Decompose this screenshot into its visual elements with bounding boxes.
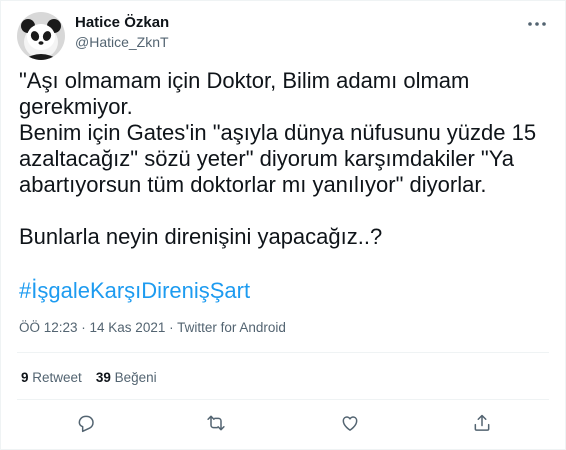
reply-icon: [78, 415, 94, 433]
like-icon: [342, 416, 358, 431]
tweet-line: Benim için Gates'in "aşıyla dünya nüfusu…: [19, 120, 537, 197]
divider: [17, 352, 549, 353]
more-options-button[interactable]: [525, 14, 549, 34]
avatar[interactable]: [17, 12, 65, 60]
author-display-name[interactable]: Hatice Özkan: [75, 13, 169, 33]
tweet-line: "Aşı olmamam için Doktor, Bilim adamı ol…: [19, 68, 470, 119]
hashtag-link[interactable]: #İşgaleKarşıDirenişŞart: [19, 278, 250, 304]
tweet-timestamp[interactable]: ÖÖ 12:23 · 14 Kas 2021 · Twitter for And…: [19, 319, 286, 337]
retweet-label: Retweet: [32, 370, 82, 385]
retweet-count: 9: [21, 370, 29, 385]
retweet-button[interactable]: [201, 408, 231, 438]
like-label: Beğeni: [114, 370, 157, 385]
author-info: Hatice Özkan @Hatice_ZknT: [75, 13, 169, 52]
retweet-icon: [207, 415, 225, 431]
tweet-card: Hatice Özkan @Hatice_ZknT "Aşı olmamam i…: [0, 0, 566, 450]
tweet-text: "Aşı olmamam için Doktor, Bilim adamı ol…: [19, 68, 549, 250]
share-icon: [474, 414, 490, 431]
tweet-line-break: [19, 198, 549, 224]
panda-avatar-icon: [17, 12, 65, 60]
tweet-line: Bunlarla neyin direnişini yapacağız..?: [19, 224, 383, 249]
reply-button[interactable]: [71, 408, 101, 438]
like-button[interactable]: [335, 408, 365, 438]
action-bar: [1, 408, 566, 438]
like-count: 39: [95, 370, 111, 385]
more-dots-icon: [528, 22, 546, 26]
author-handle[interactable]: @Hatice_ZknT: [75, 33, 169, 52]
retweet-stat[interactable]: 9 Retweet: [21, 369, 82, 387]
tweet-stats: 9 Retweet 39 Beğeni: [21, 369, 157, 387]
like-stat[interactable]: 39 Beğeni: [96, 369, 157, 387]
share-button[interactable]: [467, 408, 497, 438]
divider: [17, 399, 549, 400]
